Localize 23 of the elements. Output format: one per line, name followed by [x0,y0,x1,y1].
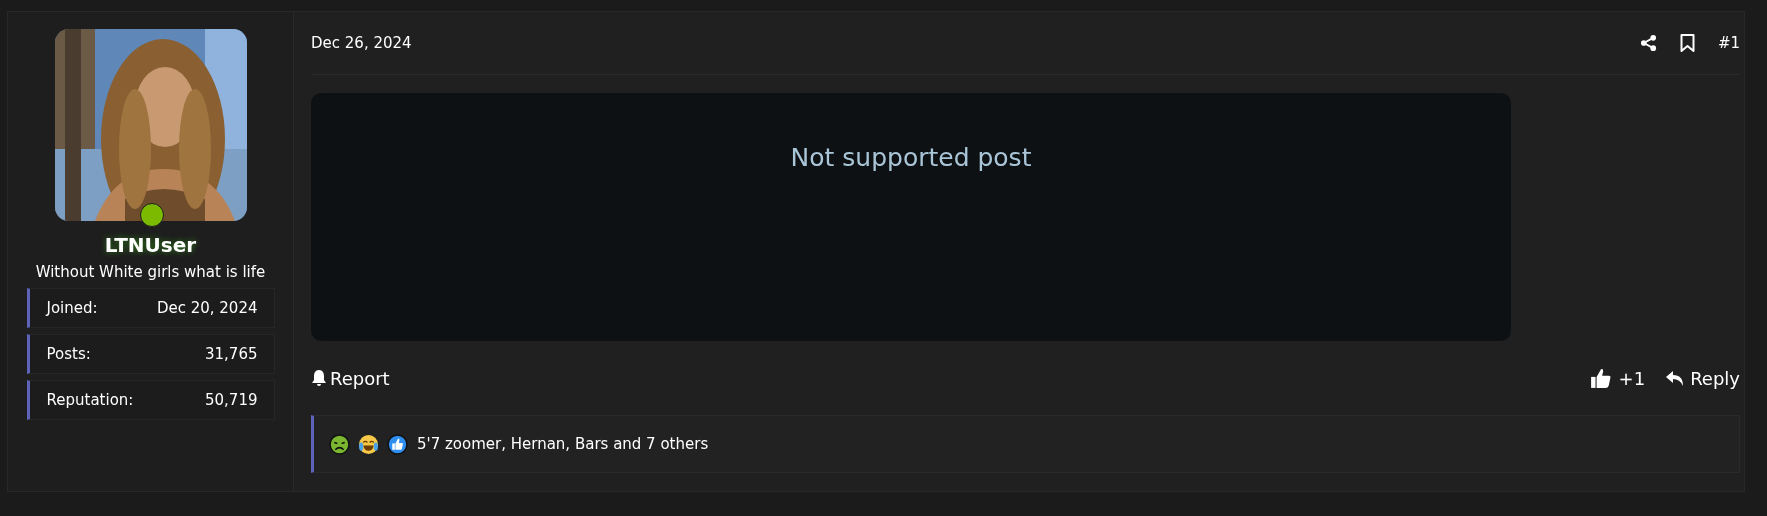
bell-icon [311,369,327,387]
stat-label: Joined: [46,299,98,317]
crying-laughing-emoji-icon [358,433,379,455]
stat-label: Posts: [46,345,91,363]
username-link[interactable]: LTNUser [104,233,197,257]
stat-value: Dec 20, 2024 [156,299,258,317]
post-date[interactable]: Dec 26, 2024 [311,34,412,52]
reactions-link[interactable]: 5'7 zoomer, Hernan, Bars and 7 others [417,435,709,453]
thumbs-up-emoji-icon [387,433,408,455]
user-title: Without White girls what is life [35,263,266,281]
like-button[interactable]: +1 [1589,367,1646,389]
sick-emoji-icon [329,433,350,455]
stat-value: 31,765 [205,345,258,363]
embed-message: Not supported post [790,143,1032,174]
report-link[interactable]: Report [311,367,390,389]
reply-icon [1665,369,1686,387]
post-number-link[interactable]: #1 [1717,34,1740,52]
stat-label: Reputation: [46,391,134,409]
reply-link[interactable]: Reply [1665,367,1740,389]
share-icon[interactable] [1639,34,1657,52]
bookmark-icon[interactable] [1678,34,1696,52]
thumbs-up-icon [1589,367,1612,389]
stat-value: 50,719 [205,391,258,409]
